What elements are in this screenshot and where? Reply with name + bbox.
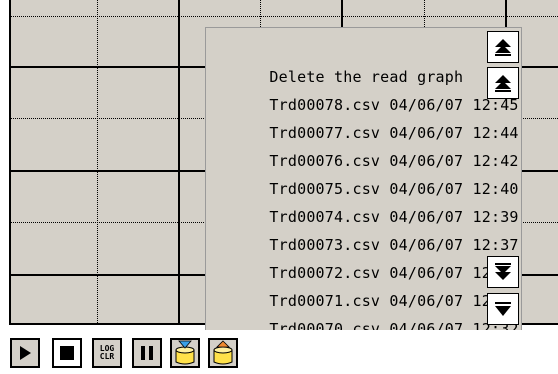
log-clear-button[interactable]: LOG CLR [92,338,122,368]
popup-title: Delete the read graph [214,35,463,86]
log-clear-line2: CLR [99,352,115,361]
file-list-item[interactable]: Trd00074.csv 04/06/07 12:39 [214,175,519,226]
load-from-storage-button[interactable] [208,338,238,368]
save-to-storage-icon [175,340,195,365]
play-button[interactable] [10,338,40,368]
scroll-bottom-button[interactable] [487,293,519,325]
page-down-icon [495,263,511,280]
stop-button[interactable] [52,338,82,368]
scroll-top-icon [495,39,511,56]
file-list-item[interactable]: Trd00073.csv 04/06/07 12:37 [214,203,519,254]
bottom-toolbar: LOG CLR [0,330,558,374]
file-list-item[interactable]: Trd00072.csv 04/06/07 12:35 [214,231,519,282]
file-list-item[interactable]: Trd00076.csv 04/06/07 12:42 [214,119,519,170]
file-list-item[interactable]: Trd00070.csv 04/06/07 12:32 [214,287,519,338]
trend-screen: Delete the read graph Trd00078.csv 04/06… [0,0,558,374]
play-icon [20,346,31,360]
file-list-item[interactable]: Trd00071.csv 04/06/07 12:34 [214,259,519,310]
file-list-item[interactable]: Trd00075.csv 04/06/07 12:40 [214,147,519,198]
file-list-item[interactable]: Trd00077.csv 04/06/07 12:44 [214,91,519,142]
pause-button[interactable] [132,338,162,368]
pause-icon [141,346,153,360]
save-to-storage-button[interactable] [170,338,200,368]
page-down-button[interactable] [487,256,519,288]
scroll-bottom-icon [495,302,511,316]
grid-line [11,16,558,17]
page-up-icon [495,75,511,92]
scroll-top-button[interactable] [487,31,519,63]
stop-icon [60,346,74,360]
load-from-storage-icon [213,340,233,365]
file-list-item[interactable]: Trd00078.csv 04/06/07 12:45 [214,63,519,114]
page-up-button[interactable] [487,67,519,99]
log-clear-icon: LOG CLR [100,345,114,361]
delete-graph-popup: Delete the read graph Trd00078.csv 04/06… [205,27,522,338]
